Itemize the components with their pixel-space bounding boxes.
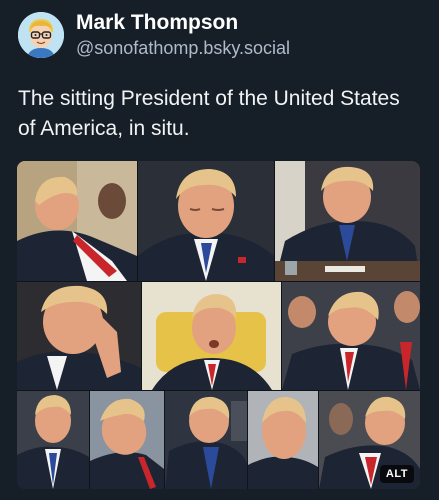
author-handle[interactable]: @sonofathomp.bsky.social bbox=[76, 36, 290, 60]
photo-8[interactable] bbox=[90, 391, 164, 489]
photo-10[interactable] bbox=[248, 391, 318, 489]
photo-6[interactable] bbox=[282, 282, 420, 390]
photo-3[interactable] bbox=[275, 161, 420, 281]
photo-1[interactable] bbox=[17, 161, 137, 281]
photo-9[interactable] bbox=[165, 391, 247, 489]
author-display-name[interactable]: Mark Thompson bbox=[76, 10, 290, 36]
photo-2[interactable] bbox=[138, 161, 274, 281]
post-card[interactable]: Mark Thompson @sonofathomp.bsky.social T… bbox=[0, 0, 439, 500]
post-text: The sitting President of the United Stat… bbox=[18, 87, 400, 140]
post-header: Mark Thompson @sonofathomp.bsky.social bbox=[18, 10, 290, 60]
alt-text-badge[interactable]: ALT bbox=[379, 465, 414, 483]
avatar[interactable] bbox=[18, 12, 64, 58]
photo-11[interactable]: ALT bbox=[319, 391, 420, 489]
photo-4[interactable] bbox=[17, 282, 141, 390]
photo-5[interactable] bbox=[142, 282, 281, 390]
cartoon-avatar-icon bbox=[18, 12, 64, 58]
image-grid[interactable]: ALT bbox=[17, 161, 420, 489]
photo-7[interactable] bbox=[17, 391, 89, 489]
